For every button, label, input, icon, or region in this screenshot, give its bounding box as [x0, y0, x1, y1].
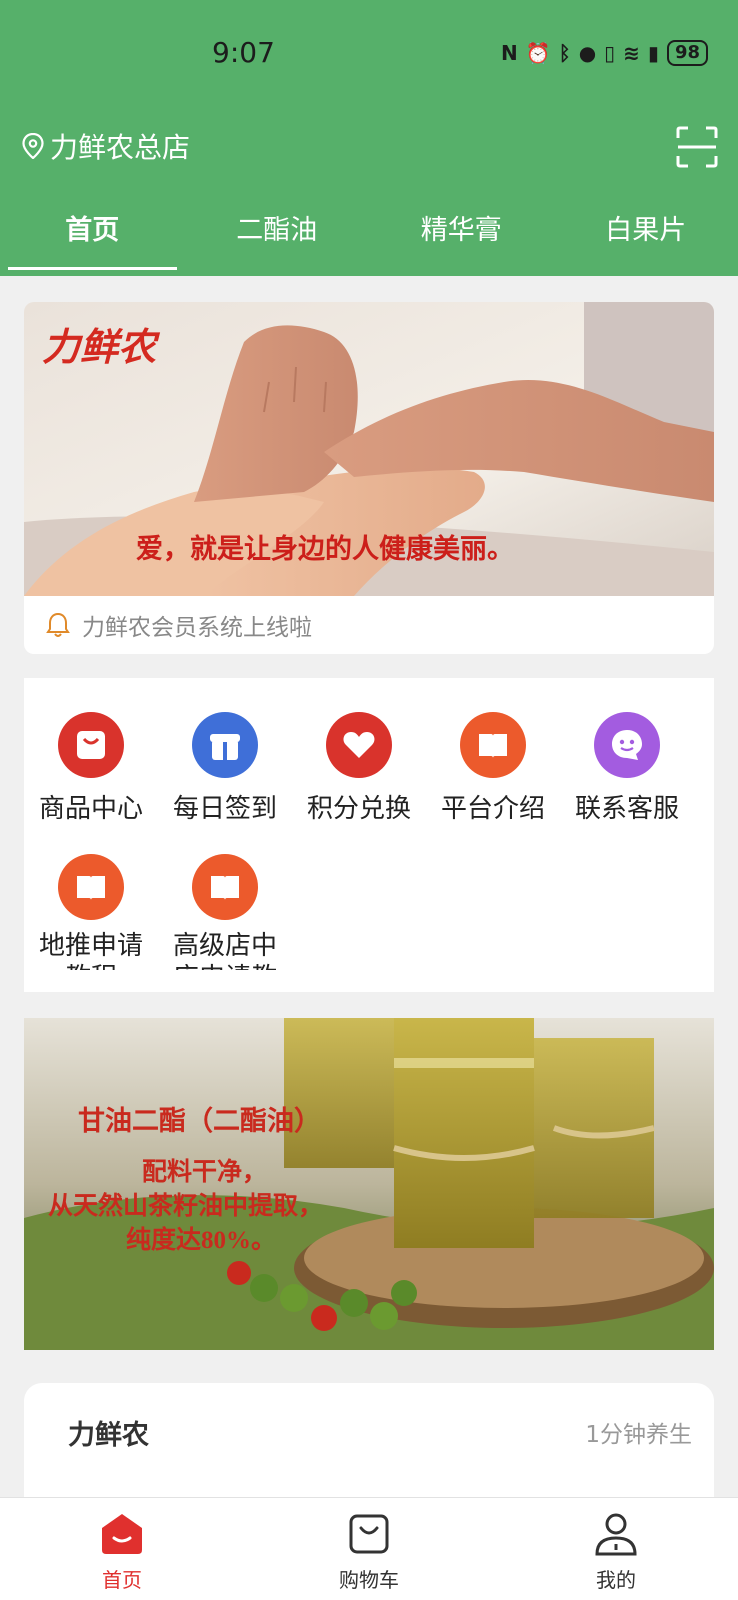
nav-label: 我的: [596, 1568, 636, 1592]
tab-ginkgo-tablet[interactable]: 白果片: [554, 200, 738, 270]
menu-item-platform-intro[interactable]: 平台介绍: [426, 712, 560, 822]
store-selector[interactable]: 力鲜农总店: [22, 126, 190, 166]
store-name: 力鲜农总店: [50, 131, 191, 164]
alarm-icon: ⏰: [525, 41, 551, 65]
notice-bar[interactable]: 力鲜农会员系统上线啦: [24, 596, 714, 654]
header: 9:07 N ⏰ ᛒ ● ▯ ≋ ▮ 98 力鲜农总店 首页 二酯油 精华膏 白…: [0, 0, 738, 276]
tab-home[interactable]: 首页: [0, 200, 185, 270]
nfc-icon: N: [501, 41, 518, 65]
vibrate-icon: ▯: [604, 41, 616, 65]
nav-home[interactable]: 首页: [62, 1512, 182, 1593]
menu-item-points-exchange[interactable]: 积分兑换: [292, 712, 426, 822]
status-icons: N ⏰ ᛒ ● ▯ ≋ ▮ 98: [501, 38, 708, 68]
hero-banner[interactable]: 力鲜农 爱，就是让身边的人健康美丽。: [24, 302, 714, 596]
product-banner[interactable]: 甘油二酯（二酯油） 配料干净， 从天然山茶籽油中提取， 纯度达80%。: [24, 1018, 714, 1350]
scan-icon[interactable]: [676, 126, 718, 168]
user-icon: [595, 1513, 637, 1556]
gift-icon: [192, 712, 258, 778]
chat-face-icon: [594, 712, 660, 778]
cart-icon: [349, 1514, 389, 1554]
tab-diester-oil[interactable]: 二酯油: [185, 200, 370, 270]
nav-label: 购物车: [339, 1568, 399, 1592]
battery-indicator: 98: [666, 40, 708, 66]
book-icon: [58, 854, 124, 920]
brand-name: 力鲜农: [68, 1420, 149, 1451]
signal-icon: ▮: [647, 41, 659, 65]
menu-item-customer-service[interactable]: 联系客服: [560, 712, 694, 822]
home-icon: [102, 1514, 142, 1554]
menu-label: 每日签到: [172, 794, 277, 822]
location-pin-icon: [22, 133, 44, 159]
nav-label: 首页: [102, 1568, 142, 1592]
wifi-icon: ≋: [623, 41, 640, 65]
banner-image: 力鲜农 爱，就是让身边的人健康美丽。: [24, 302, 714, 596]
banner2-line3: 纯度达80%。: [126, 1225, 276, 1254]
category-tabs: 首页 二酯油 精华膏 白果片: [0, 200, 738, 270]
status-bar: 9:07 N ⏰ ᛒ ● ▯ ≋ ▮ 98: [0, 30, 738, 78]
menu-label: 平台介绍: [440, 794, 545, 822]
menu-label: 联系客服: [574, 794, 679, 822]
tab-essence-cream[interactable]: 精华膏: [369, 200, 554, 270]
menu-item-premium-store-apply[interactable]: 高级店中店申请教: [158, 854, 292, 970]
bell-icon: [46, 612, 70, 637]
book-icon: [192, 854, 258, 920]
menu-label: 地推申请教程: [38, 931, 143, 970]
banner2-line2: 从天然山茶籽油中提取，: [48, 1191, 323, 1220]
book-icon: [460, 712, 526, 778]
menu-label: 商品中心: [38, 794, 143, 822]
nav-cart[interactable]: 购物车: [309, 1512, 429, 1593]
nav-profile[interactable]: 我的: [556, 1512, 676, 1593]
menu-item-promoter-apply[interactable]: 地推申请教程: [24, 854, 158, 970]
menu-label: 高级店中店申请教: [172, 931, 277, 970]
notice-text: 力鲜农会员系统上线啦: [82, 615, 312, 641]
menu-label: 积分兑换: [306, 794, 411, 822]
menu-item-product-center[interactable]: 商品中心: [24, 712, 158, 822]
heart-icon: [326, 712, 392, 778]
bag-icon: [58, 712, 124, 778]
location-icon: ●: [578, 41, 597, 65]
brand-subtitle: 1分钟养生: [585, 1422, 692, 1448]
banner2-title: 甘油二酯（二酯油）: [78, 1106, 321, 1136]
banner-slogan: 爱，就是让身边的人健康美丽。: [136, 533, 514, 564]
bluetooth-icon: ᛒ: [558, 41, 571, 65]
bottom-nav: 首页 购物车 我的: [0, 1497, 738, 1600]
status-time: 9:07: [212, 36, 275, 69]
banner-logo: 力鲜农: [42, 327, 161, 369]
menu-item-daily-checkin[interactable]: 每日签到: [158, 712, 292, 822]
banner-image: 甘油二酯（二酯油） 配料干净， 从天然山茶籽油中提取， 纯度达80%。: [24, 1018, 714, 1350]
quick-menu: 商品中心 每日签到 积分兑换 平台介绍 联系客服 地推申请 高级店中: [24, 678, 714, 992]
banner2-line1: 配料干净，: [142, 1158, 267, 1186]
